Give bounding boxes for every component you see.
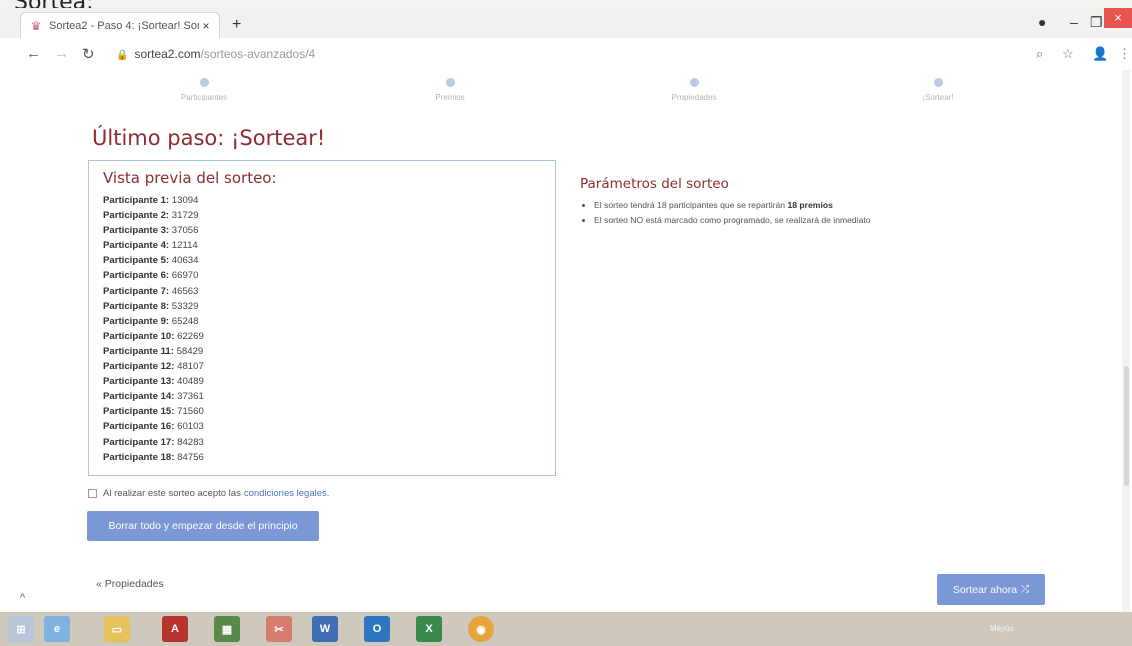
list-item: Participante 6: 66970 (103, 270, 199, 282)
list-item: Participante 9: 65248 (103, 315, 199, 327)
step-premios[interactable]: Premios (370, 78, 530, 102)
star-icon[interactable]: ☆ (1062, 46, 1074, 62)
forward-arrow-icon[interactable]: → (54, 45, 69, 62)
step-sortear[interactable]: ¡Sortear! (858, 78, 1018, 102)
reload-icon[interactable]: ↻ (82, 45, 95, 63)
scrollbar-thumb[interactable] (1124, 366, 1129, 486)
legal-checkbox[interactable] (88, 489, 97, 498)
tab-title: Sortea2 - Paso 4: ¡Sortear! Sort (49, 20, 199, 32)
lock-icon: 🔒 (116, 50, 129, 61)
list-item: Participante 18: 84756 (103, 451, 204, 463)
word-icon[interactable]: W (312, 616, 338, 642)
list-item: Participante 16: 60103 (103, 421, 204, 433)
step-participantes[interactable]: Participantes (124, 78, 284, 102)
participant-list: Participante 1: 13094 Participante 2: 31… (103, 193, 204, 465)
params-title: Parámetros del sorteo (580, 176, 729, 192)
list-item: Participante 4: 12114 (103, 240, 198, 252)
favicon-icon: ♛ (30, 19, 42, 33)
list-item: Participante 15: 71560 (103, 406, 204, 418)
outlook-icon[interactable]: O (364, 616, 390, 642)
draw-now-label: Sortear ahora (952, 583, 1018, 596)
tab-bar: ♛ Sortea2 - Paso 4: ¡Sortear! Sort × + ●… (0, 8, 1132, 39)
list-item: Participante 5: 40634 (103, 255, 199, 267)
tray-text: Mayús (990, 624, 1014, 633)
profile-icon[interactable]: ● (1038, 14, 1046, 30)
list-item: Participante 12: 48107 (103, 361, 204, 373)
list-item: El sorteo NO está marcado como programad… (594, 213, 1100, 228)
list-item: Participante 7: 46563 (103, 285, 199, 297)
step-dot (689, 78, 699, 87)
preview-panel: Vista previa del sorteo: Participante 1:… (88, 160, 556, 476)
tab-close-icon[interactable]: × (199, 19, 213, 33)
draw-now-button[interactable]: Sortear ahora ⤮ (937, 574, 1045, 605)
legal-conditions-link[interactable]: condiciones legales. (244, 488, 330, 499)
step-propiedades[interactable]: Propiedades (614, 78, 774, 102)
list-item: Participante 10: 62269 (103, 330, 204, 342)
close-window-button[interactable]: × (1104, 8, 1132, 28)
preview-title: Vista previa del sorteo: (103, 169, 277, 187)
list-item: Participante 3: 37056 (103, 225, 199, 237)
excel-icon[interactable]: X (416, 616, 442, 642)
params-panel: Parámetros del sorteo El sorteo tendrá 1… (580, 176, 1100, 228)
menu-icon[interactable]: ⋮ (1118, 46, 1131, 62)
chevron-up-icon[interactable]: ^ (20, 592, 25, 604)
restore-button[interactable]: ❐ (1090, 14, 1103, 31)
list-item: Participante 2: 31729 (103, 210, 199, 222)
taskbar: ⊞ e ▭ A ▦ ✂ W O X ◉ Mayús (0, 612, 1132, 646)
back-arrow-icon[interactable]: ← (26, 45, 41, 62)
minimize-button[interactable]: – (1070, 14, 1078, 30)
wizard-steps: Participantes Premios Propiedades ¡Sorte… (80, 78, 980, 118)
pdf-icon[interactable]: A (162, 616, 188, 642)
account-icon[interactable]: 👤 (1092, 46, 1108, 62)
step-label: ¡Sortear! (922, 93, 954, 102)
address-bar: ← → ↻ 🔒 sortea2.com/sorteos-avanzados/4 ⌕… (0, 38, 1132, 71)
explorer-icon[interactable]: ▭ (104, 616, 130, 642)
chrome-icon[interactable]: ◉ (468, 616, 494, 642)
list-item: Participante 8: 53329 (103, 300, 199, 312)
reset-button[interactable]: Borrar todo y empezar desde el principio (87, 511, 319, 541)
list-item: Participante 14: 37361 (103, 391, 204, 403)
step-dot (933, 78, 943, 87)
params-list: El sorteo tendrá 18 participantes que se… (580, 198, 1100, 228)
url-path: /sorteos-avanzados/4 (200, 47, 316, 61)
calculator-icon[interactable]: ▦ (214, 616, 240, 642)
start-icon[interactable]: ⊞ (8, 616, 34, 642)
snipping-icon[interactable]: ✂ (266, 616, 292, 642)
step-dot (445, 78, 455, 87)
shuffle-icon: ⤮ (1021, 584, 1030, 595)
step-label: Premios (435, 93, 465, 102)
zoom-icon[interactable]: ⌕ (1036, 46, 1043, 62)
legal-text: Al realizar este sorteo acepto las (103, 488, 241, 499)
ie-icon[interactable]: e (44, 616, 70, 642)
list-item: Participante 11: 58429 (103, 345, 204, 357)
step-label: Propiedades (671, 93, 717, 102)
new-tab-button[interactable]: + (232, 16, 241, 34)
step-label: Participantes (180, 93, 228, 102)
list-item: El sorteo tendrá 18 participantes que se… (594, 198, 1100, 213)
legal-consent: Al realizar este sorteo acepto las condi… (88, 488, 329, 499)
scrollbar-track[interactable] (1122, 70, 1130, 612)
page-title: Último paso: ¡Sortear! (92, 126, 326, 150)
browser-tab[interactable]: ♛ Sortea2 - Paso 4: ¡Sortear! Sort × (20, 12, 220, 39)
url-domain: sortea2.com (134, 47, 201, 61)
url-field[interactable]: 🔒 sortea2.com/sorteos-avanzados/4 (116, 47, 315, 61)
page-content: Participantes Premios Propiedades ¡Sorte… (0, 70, 1132, 612)
list-item: Participante 17: 84283 (103, 436, 204, 448)
back-to-properties-link[interactable]: « Propiedades (96, 578, 164, 590)
step-dot (199, 78, 209, 87)
list-item: Participante 1: 13094 (103, 195, 199, 206)
list-item: Participante 13: 40489 (103, 376, 204, 388)
screenshot: Sortea: ♛ Sortea2 - Paso 4: ¡Sortear! So… (0, 0, 1132, 646)
